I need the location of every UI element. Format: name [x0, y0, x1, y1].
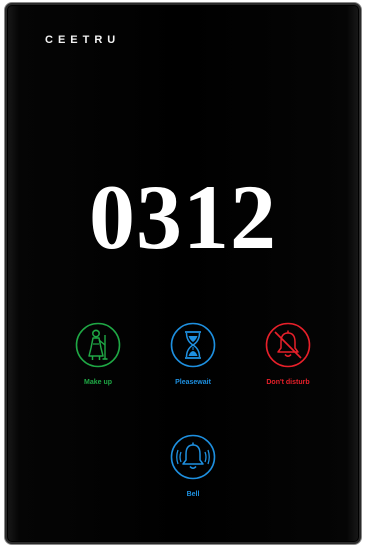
please-wait-button[interactable]: Pleasewait — [148, 321, 238, 386]
make-up-button[interactable]: Make up — [53, 321, 143, 386]
bell-slash-icon — [265, 322, 311, 368]
hourglass-icon — [170, 322, 216, 368]
do-not-disturb-label: Don't disturb — [266, 379, 310, 386]
brand-logo: CEETRU — [45, 34, 121, 46]
please-wait-label: Pleasewait — [175, 379, 211, 386]
doorplate-panel: CEETRU 0312 Make up Pleasewait Don't dis… — [4, 2, 362, 545]
do-not-disturb-button[interactable]: Don't disturb — [243, 321, 333, 386]
maid-icon — [75, 322, 121, 368]
bell-label: Bell — [186, 491, 200, 498]
bell-button[interactable]: Bell — [148, 433, 238, 498]
make-up-label: Make up — [83, 379, 112, 386]
ringing-bell-icon — [170, 434, 216, 480]
room-number: 0312 — [89, 166, 277, 268]
